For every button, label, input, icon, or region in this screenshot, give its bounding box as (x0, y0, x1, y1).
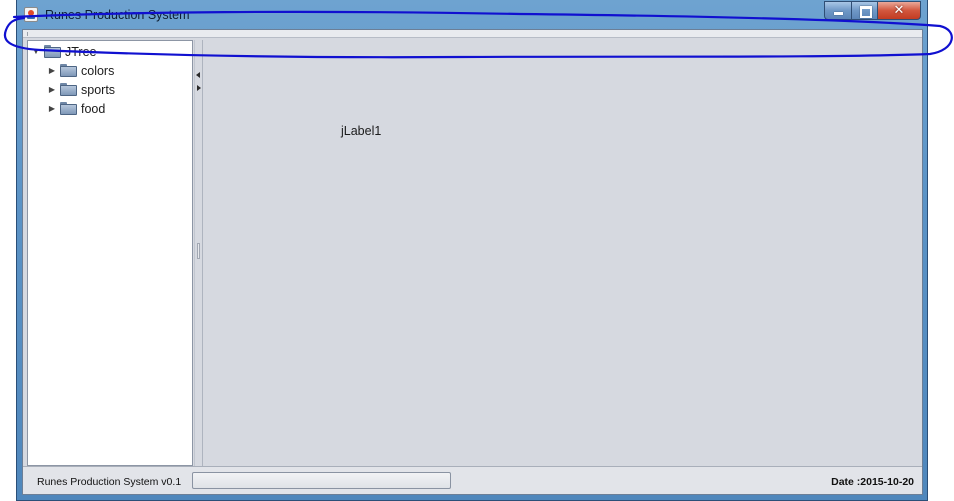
maximize-icon (860, 6, 872, 18)
tree-node-label: food (81, 101, 106, 116)
progress-bar (192, 472, 451, 489)
folder-icon (60, 64, 77, 77)
folder-open-icon (44, 45, 61, 58)
tree-root-node[interactable]: ▼ JTree (31, 42, 97, 61)
window-title: Runes Production System (45, 8, 190, 22)
split-pane-divider[interactable] (194, 40, 203, 466)
jtree-panel[interactable]: ▼ JTree ▶ colors ▶ sports ▶ food (27, 40, 193, 466)
java-app-icon[interactable] (24, 7, 38, 22)
status-bar: Runes Production System v0.1 Date :2015-… (23, 466, 922, 494)
tree-node-label: sports (81, 82, 116, 97)
tree-expand-icon[interactable]: ▶ (47, 66, 57, 76)
tree-collapse-icon[interactable]: ▼ (31, 47, 41, 57)
folder-icon (60, 83, 77, 96)
status-version-text: Runes Production System v0.1 (37, 476, 182, 488)
minimize-button[interactable] (824, 1, 851, 20)
status-date-text: Date :2015-10-20 (831, 476, 914, 488)
tree-node-colors[interactable]: ▶ colors (47, 61, 114, 80)
jlabel1: jLabel1 (341, 124, 382, 138)
client-area: ▼ JTree ▶ colors ▶ sports ▶ food jLabel1… (22, 29, 923, 495)
tree-expand-icon[interactable]: ▶ (47, 104, 57, 114)
title-bar[interactable]: Runes Production System ✕ (17, 0, 927, 29)
divider-drag-handle[interactable] (197, 243, 200, 259)
close-icon: ✕ (893, 3, 905, 18)
close-button[interactable]: ✕ (877, 1, 921, 20)
tree-node-label: colors (81, 63, 115, 78)
collapse-left-arrow-icon[interactable] (196, 72, 200, 78)
tree-node-label: JTree (65, 44, 97, 59)
menu-bar-grip (27, 32, 34, 36)
content-panel: jLabel1 (203, 40, 919, 466)
expand-right-arrow-icon[interactable] (197, 85, 201, 91)
tree-node-food[interactable]: ▶ food (47, 99, 105, 118)
minimize-icon (834, 12, 843, 15)
menu-bar[interactable] (23, 30, 922, 38)
tree-expand-icon[interactable]: ▶ (47, 85, 57, 95)
maximize-button[interactable] (851, 1, 877, 20)
tree-node-sports[interactable]: ▶ sports (47, 80, 115, 99)
caption-buttons: ✕ (824, 1, 921, 22)
folder-icon (60, 102, 77, 115)
app-window: Runes Production System ✕ ▼ JTree ▶ colo… (16, 0, 928, 501)
